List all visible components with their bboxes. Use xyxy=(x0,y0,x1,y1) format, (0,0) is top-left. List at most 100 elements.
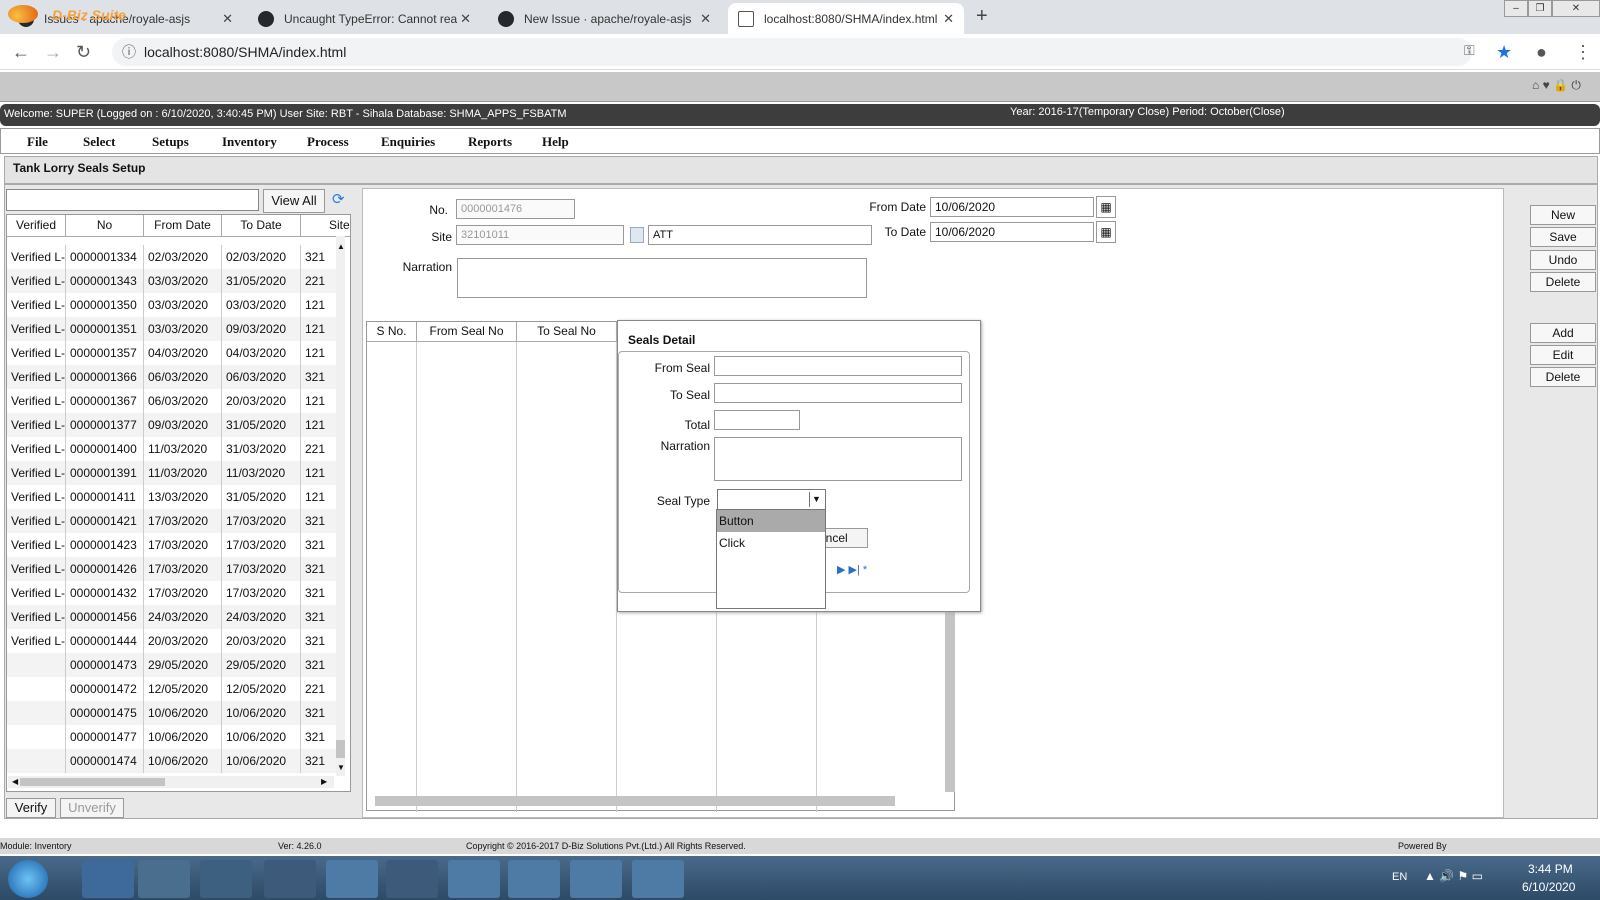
close-icon[interactable]: ✕ xyxy=(700,11,711,27)
modal-narration-field[interactable] xyxy=(714,437,962,481)
tray-icons[interactable]: ▲ 🔊 ⚑ ▭ xyxy=(1424,869,1483,883)
site-code-field[interactable]: 32101011 xyxy=(456,225,624,245)
new-tab-button[interactable]: + xyxy=(976,5,988,28)
editor-icon[interactable] xyxy=(508,860,560,898)
table-row[interactable]: Verified L- 0000001426 17/03/2020 17/03/202… xyxy=(7,557,342,581)
col-to-seal-no[interactable]: To Seal No xyxy=(517,322,617,342)
table-row[interactable]: Verified L- 0000001400 11/03/2020 31/03/202… xyxy=(7,437,342,461)
close-icon[interactable]: ✕ xyxy=(943,11,954,27)
notepad-icon[interactable] xyxy=(386,860,438,898)
grid-vertical-scrollbar[interactable] xyxy=(336,236,345,776)
site-name-field[interactable]: ATT xyxy=(648,225,872,245)
scroll-left-icon[interactable]: ◀ xyxy=(12,777,18,786)
clock-time[interactable]: 3:44 PM xyxy=(1528,862,1573,876)
table-row[interactable]: Verified L- 0000001432 17/03/2020 17/03/202… xyxy=(7,581,342,605)
back-icon[interactable]: ← xyxy=(12,42,30,63)
visual-studio-icon[interactable] xyxy=(570,860,622,898)
delete-button[interactable]: Delete xyxy=(1530,272,1596,292)
presentation-icon[interactable] xyxy=(448,860,500,898)
view-all-button[interactable]: View All xyxy=(263,189,325,213)
table-row[interactable]: Verified L- 0000001351 03/03/2020 09/03/202… xyxy=(7,317,342,341)
table-row[interactable]: Verified L- 0000001421 17/03/2020 17/03/202… xyxy=(7,509,342,533)
table-row[interactable]: Verified L- 0000001423 17/03/2020 17/03/202… xyxy=(7,533,342,557)
to-date-calendar-icon[interactable]: ▦ xyxy=(1096,221,1116,243)
account-icon[interactable]: ● xyxy=(1536,42,1547,63)
reload-icon[interactable]: ↻ xyxy=(76,42,91,63)
table-row[interactable]: 0000001473 29/05/2020 29/05/2020 321 xyxy=(7,653,342,677)
narration-field[interactable] xyxy=(457,258,867,298)
info-icon[interactable]: ⓘ xyxy=(122,42,136,62)
col-to-date[interactable]: To Date xyxy=(222,215,301,237)
option-button[interactable]: Button xyxy=(717,510,825,532)
window-close-button[interactable]: ✕ xyxy=(1552,0,1600,17)
col-from-seal-no[interactable]: From Seal No xyxy=(417,322,517,342)
undo-button[interactable]: Undo xyxy=(1530,250,1596,270)
detail-hscroll-thumb[interactable] xyxy=(375,796,895,806)
from-seal-field[interactable] xyxy=(714,356,962,376)
restore-button[interactable]: ❐ xyxy=(1528,0,1552,17)
grid-hscroll-thumb[interactable] xyxy=(20,778,165,786)
star-icon[interactable]: ★ xyxy=(1496,42,1512,63)
start-icon[interactable] xyxy=(8,860,48,898)
from-date-calendar-icon[interactable]: ▦ xyxy=(1096,196,1116,218)
table-row[interactable]: Verified L- 0000001391 11/03/2020 11/03/202… xyxy=(7,461,342,485)
table-row[interactable]: 0000001472 12/05/2020 12/05/2020 221 xyxy=(7,677,342,701)
menu-select[interactable]: Select xyxy=(83,134,115,150)
add-button[interactable]: Add xyxy=(1530,323,1596,343)
menu-file[interactable]: File xyxy=(27,134,48,150)
table-row[interactable]: 0000001477 10/06/2020 10/06/2020 321 xyxy=(7,725,342,749)
menu-help[interactable]: Help xyxy=(542,134,569,150)
menu-reports[interactable]: Reports xyxy=(468,134,512,150)
media-player-icon[interactable] xyxy=(200,860,252,898)
ie-icon[interactable] xyxy=(82,860,134,898)
close-icon[interactable]: ✕ xyxy=(460,11,471,27)
refresh-icon[interactable]: ⟳ xyxy=(332,190,345,208)
scroll-up-icon[interactable]: ▲ xyxy=(337,242,345,251)
header-icons[interactable]: ⌂ ♥ 🔒 ⏻ xyxy=(1532,78,1581,93)
table-row[interactable]: Verified L- 0000001366 06/03/2020 06/03/202… xyxy=(7,365,342,389)
chrome-icon[interactable] xyxy=(632,860,684,898)
table-row[interactable]: Verified L- 0000001350 03/03/2020 03/03/202… xyxy=(7,293,342,317)
table-row[interactable]: Verified L- 0000001444 20/03/2020 20/03/202… xyxy=(7,629,342,653)
scroll-down-icon[interactable]: ▼ xyxy=(337,763,345,772)
table-row[interactable]: Verified L- 0000001367 06/03/2020 20/03/202… xyxy=(7,389,342,413)
table-row[interactable]: Verified L- 0000001343 03/03/2020 31/05/202… xyxy=(7,269,342,293)
unverify-button[interactable]: Unverify xyxy=(60,798,124,818)
menu-enquiries[interactable]: Enquiries xyxy=(381,134,435,150)
address-bar[interactable]: ⓘ localhost:8080/SHMA/index.html xyxy=(112,38,1472,66)
table-row[interactable]: 0000001474 10/06/2020 10/06/2020 321 xyxy=(7,749,342,773)
option-click[interactable]: Click xyxy=(717,532,825,554)
verify-button[interactable]: Verify xyxy=(6,798,56,818)
tab-typeerror[interactable]: Uncaught TypeError: Cannot rea ✕ xyxy=(248,3,481,34)
site-lookup-icon[interactable] xyxy=(630,227,644,243)
table-row[interactable]: Verified L- 0000001377 09/03/2020 31/05/202… xyxy=(7,413,342,437)
to-date-field[interactable]: 10/06/2020 xyxy=(930,222,1094,242)
scroll-right-icon[interactable]: ▶ xyxy=(321,777,327,786)
language-indicator[interactable]: EN xyxy=(1392,871,1407,883)
minimize-button[interactable]: – xyxy=(1504,0,1528,17)
col-no[interactable]: No xyxy=(66,215,144,237)
chevron-down-icon[interactable]: ▼ xyxy=(809,492,823,507)
clock-date[interactable]: 6/10/2020 xyxy=(1522,880,1575,894)
col-from-date[interactable]: From Date xyxy=(144,215,222,237)
close-icon[interactable]: ✕ xyxy=(222,11,233,27)
to-seal-field[interactable] xyxy=(714,383,962,403)
menu-setups[interactable]: Setups xyxy=(152,134,189,150)
tab-localhost[interactable]: localhost:8080/SHMA/index.html ✕ xyxy=(728,3,964,34)
col-site[interactable]: Site xyxy=(301,215,350,237)
col-verified[interactable]: Verified xyxy=(7,215,66,237)
total-field[interactable] xyxy=(714,410,800,430)
detail-vscroll-thumb[interactable] xyxy=(945,612,955,792)
new-button[interactable]: New xyxy=(1530,205,1596,225)
forward-icon[interactable]: → xyxy=(44,42,62,63)
tab-new-issue[interactable]: New Issue · apache/royale-asjs ✕ xyxy=(488,3,721,34)
table-row[interactable]: Verified L- 0000001411 13/03/2020 31/05/202… xyxy=(7,485,342,509)
eclipse-icon[interactable] xyxy=(264,860,316,898)
delete-detail-button[interactable]: Delete xyxy=(1530,367,1596,387)
grid-vscroll-thumb[interactable] xyxy=(336,740,345,758)
no-field[interactable]: 0000001476 xyxy=(456,199,575,219)
search-input[interactable] xyxy=(6,189,259,211)
key-icon[interactable]: ⚿ xyxy=(1464,42,1475,59)
table-row[interactable]: Verified L- 0000001334 02/03/2020 02/03/202… xyxy=(7,245,342,269)
pager-next-icons[interactable]: ▶ ▶| * xyxy=(837,563,867,576)
